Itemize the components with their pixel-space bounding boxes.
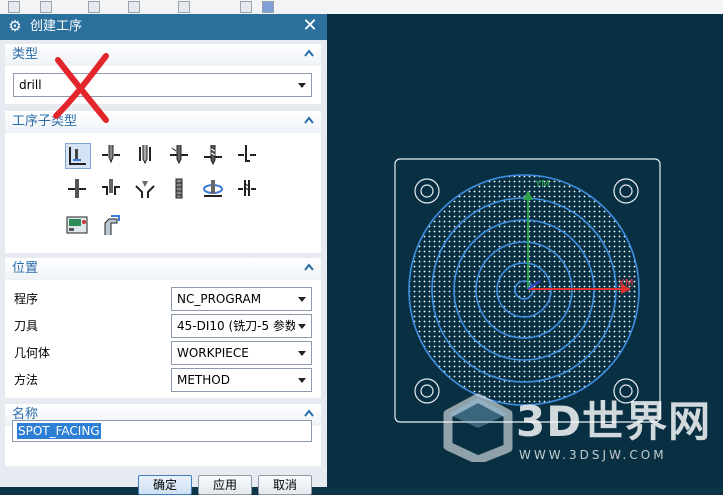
toolbar-icon[interactable] <box>240 1 252 13</box>
dialog-title: 创建工序 <box>30 19 83 34</box>
dropdown-arrow-icon[interactable] <box>298 378 306 383</box>
breakchip-drilling-icon[interactable] <box>201 143 227 169</box>
counterboring-icon[interactable] <box>99 177 125 203</box>
close-icon[interactable]: ✕ <box>301 16 319 36</box>
method-select-value: METHOD <box>177 373 230 387</box>
gear-icon[interactable]: ⚙ <box>7 17 23 35</box>
section-location-body: 程序 NC_PROGRAM 刀具 45-DI10 (铣刀-5 参数 几何体 WO… <box>5 280 321 398</box>
tool-label: 刀具 <box>14 319 39 333</box>
toolbar-icon[interactable] <box>40 1 52 13</box>
toolbar-icon[interactable] <box>178 1 190 13</box>
toolbar-icon[interactable] <box>8 1 20 13</box>
operation-name-input[interactable]: SPOT_FACING <box>12 420 312 442</box>
spot-facing-icon[interactable] <box>65 143 91 169</box>
toolbar-icon[interactable] <box>88 1 100 13</box>
boring-icon[interactable] <box>235 143 261 169</box>
program-label: 程序 <box>14 292 39 306</box>
geometry-label: 几何体 <box>14 346 51 360</box>
type-select-value: drill <box>19 78 42 92</box>
tool-select[interactable]: 45-DI10 (铣刀-5 参数 <box>171 314 312 338</box>
tapping-icon[interactable] <box>167 177 193 203</box>
y-axis-label: YM <box>534 179 550 190</box>
chevron-up-icon[interactable] <box>303 407 315 421</box>
section-location-header[interactable]: 位置 <box>5 258 321 280</box>
dropdown-arrow-icon[interactable] <box>298 83 306 88</box>
watermark-url: WWW.3DSJW.COM <box>519 448 667 462</box>
geometry-select-value: WORKPIECE <box>177 346 249 360</box>
drilling-icon[interactable] <box>133 143 159 169</box>
hole-milling-icon[interactable] <box>201 177 227 203</box>
section-type-label: 类型 <box>12 47 39 62</box>
chevron-up-icon[interactable] <box>303 114 315 128</box>
chevron-up-icon[interactable] <box>303 47 315 61</box>
dropdown-arrow-icon[interactable] <box>298 324 306 329</box>
program-select[interactable]: NC_PROGRAM <box>171 287 312 311</box>
mill-control-icon[interactable] <box>65 213 91 239</box>
dropdown-arrow-icon[interactable] <box>298 351 306 356</box>
section-subtype-body <box>5 133 321 253</box>
red-cross-annotation-icon <box>53 53 109 123</box>
toolbar-icon[interactable] <box>128 1 140 13</box>
thread-milling-icon[interactable] <box>235 177 261 203</box>
top-toolbar <box>0 0 723 15</box>
program-select-value: NC_PROGRAM <box>177 292 262 306</box>
tool-select-value: 45-DI10 (铣刀-5 参数 <box>177 319 295 333</box>
spot-drilling-icon[interactable] <box>99 143 125 169</box>
reaming-icon[interactable] <box>65 177 91 203</box>
toolbar-icon[interactable] <box>262 1 274 13</box>
geometry-select[interactable]: WORKPIECE <box>171 341 312 365</box>
apply-button[interactable]: 应用 <box>198 475 252 495</box>
method-label: 方法 <box>14 373 39 387</box>
peck-drilling-icon[interactable] <box>167 143 193 169</box>
watermark-brand: 3D世界网 <box>516 397 712 446</box>
ok-button[interactable]: 确定 <box>138 475 192 495</box>
dropdown-arrow-icon[interactable] <box>298 297 306 302</box>
cancel-button[interactable]: 取消 <box>258 475 312 495</box>
operation-name-value: SPOT_FACING <box>17 423 101 439</box>
section-location-label: 位置 <box>12 261 39 276</box>
countersinking-icon[interactable] <box>133 177 159 203</box>
dialog-titlebar: ⚙ 创建工序 ✕ <box>0 14 327 40</box>
method-select[interactable]: METHOD <box>171 368 312 392</box>
x-axis-label: XM <box>618 278 633 289</box>
chevron-up-icon[interactable] <box>303 261 315 275</box>
mill-user-icon[interactable] <box>99 213 125 239</box>
